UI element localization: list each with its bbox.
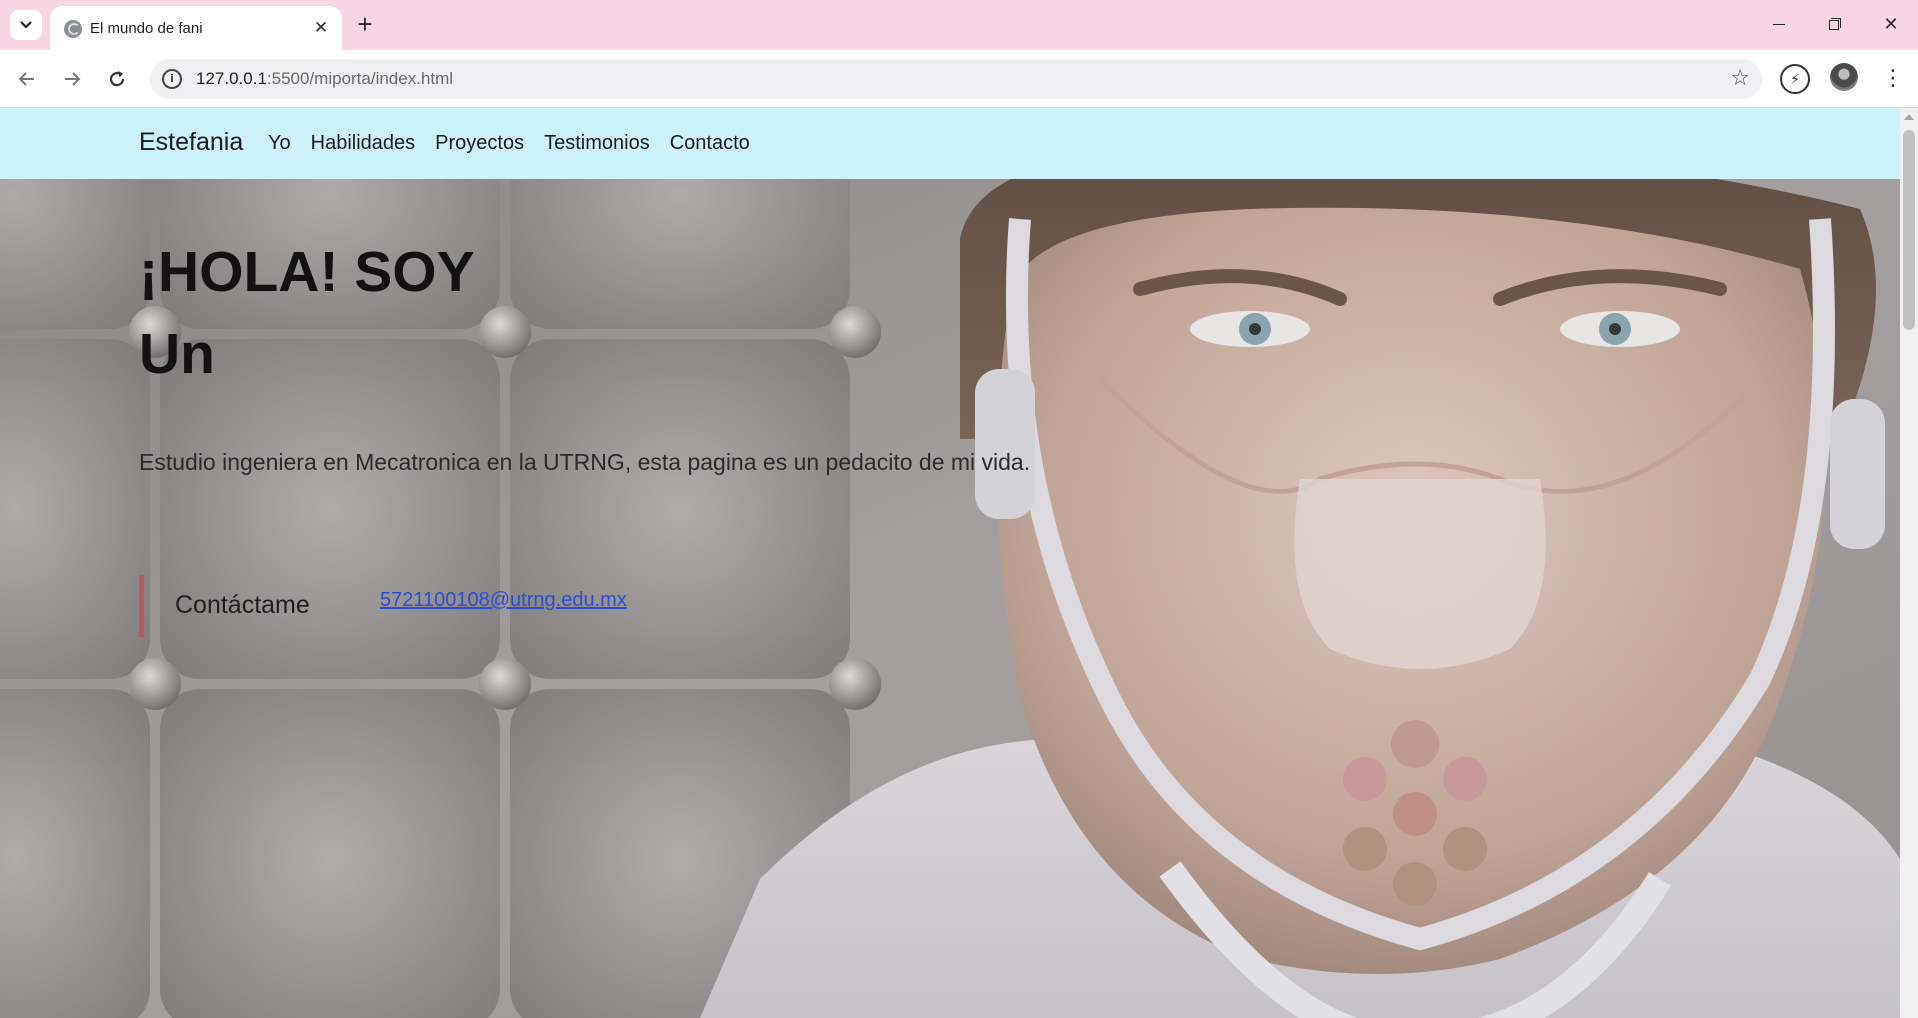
hero-subtitle: Un [139, 322, 215, 386]
reload-icon [109, 71, 125, 87]
scroll-up-arrow-icon[interactable] [1904, 114, 1914, 120]
tab-search-button[interactable] [10, 10, 42, 40]
hero-description: Estudio ingeniera en Mecatronica en la U… [139, 449, 1031, 475]
site-info-icon[interactable]: i [162, 69, 182, 89]
nav-link-yo[interactable]: Yo [268, 132, 291, 155]
chevron-down-icon [20, 21, 32, 29]
close-window-button[interactable]: ✕ [1868, 8, 1914, 40]
forward-button[interactable] [55, 62, 89, 96]
nav-link-proyectos[interactable]: Proyectos [435, 132, 524, 155]
profile-avatar[interactable] [1830, 63, 1858, 91]
close-tab-icon[interactable]: ✕ [310, 17, 332, 39]
nav-links: Yo Habilidades Proyectos Testimonios Con… [268, 132, 750, 155]
contact-button[interactable]: Contáctame [175, 591, 310, 620]
back-button[interactable] [10, 62, 44, 96]
page-scrollbar[interactable] [1900, 108, 1918, 1018]
nav-link-habilidades[interactable]: Habilidades [311, 132, 416, 155]
nav-link-testimonios[interactable]: Testimonios [544, 132, 650, 155]
web-page: Estefania Yo Habilidades Proyectos Testi… [0, 108, 1900, 1018]
hero-section: ¡HOLA! SOY Un Estudio ingeniera en Mecat… [0, 179, 1900, 1018]
scrollbar-thumb[interactable] [1903, 130, 1915, 330]
site-brand[interactable]: Estefania [139, 128, 243, 157]
contact-email-link[interactable]: 5721100108@utrng.edu.mx [380, 589, 627, 612]
reload-button[interactable] [100, 62, 134, 96]
hero-title: ¡HOLA! SOY [139, 240, 475, 304]
address-bar[interactable]: i 127.0.0.1:5500/miporta/index.html ☆ [150, 59, 1762, 99]
minimize-button[interactable] [1755, 8, 1801, 40]
browser-tab-active[interactable]: El mundo de fani ✕ [50, 6, 342, 50]
nav-link-contacto[interactable]: Contacto [670, 132, 750, 155]
arrow-left-icon [18, 72, 34, 86]
extension-icon[interactable]: ⚡ [1780, 64, 1810, 94]
new-tab-button[interactable]: + [350, 10, 380, 40]
browser-tab-bar: El mundo de fani ✕ + ✕ [0, 0, 1918, 50]
browser-menu-icon[interactable]: ⋮ [1882, 63, 1904, 93]
page-viewport: Estefania Yo Habilidades Proyectos Testi… [0, 108, 1918, 1018]
globe-icon [64, 20, 82, 38]
url-text[interactable]: 127.0.0.1:5500/miporta/index.html [196, 69, 453, 89]
restore-button[interactable] [1810, 8, 1856, 40]
contact-accent-bar [139, 575, 144, 637]
browser-toolbar: i 127.0.0.1:5500/miporta/index.html ☆ ⚡ … [0, 50, 1918, 108]
site-navbar: Estefania Yo Habilidades Proyectos Testi… [0, 108, 1900, 179]
minimize-icon [1773, 24, 1785, 25]
bookmark-star-icon[interactable]: ☆ [1730, 65, 1750, 91]
arrow-right-icon [65, 72, 81, 86]
tab-title: El mundo de fani [90, 20, 203, 37]
